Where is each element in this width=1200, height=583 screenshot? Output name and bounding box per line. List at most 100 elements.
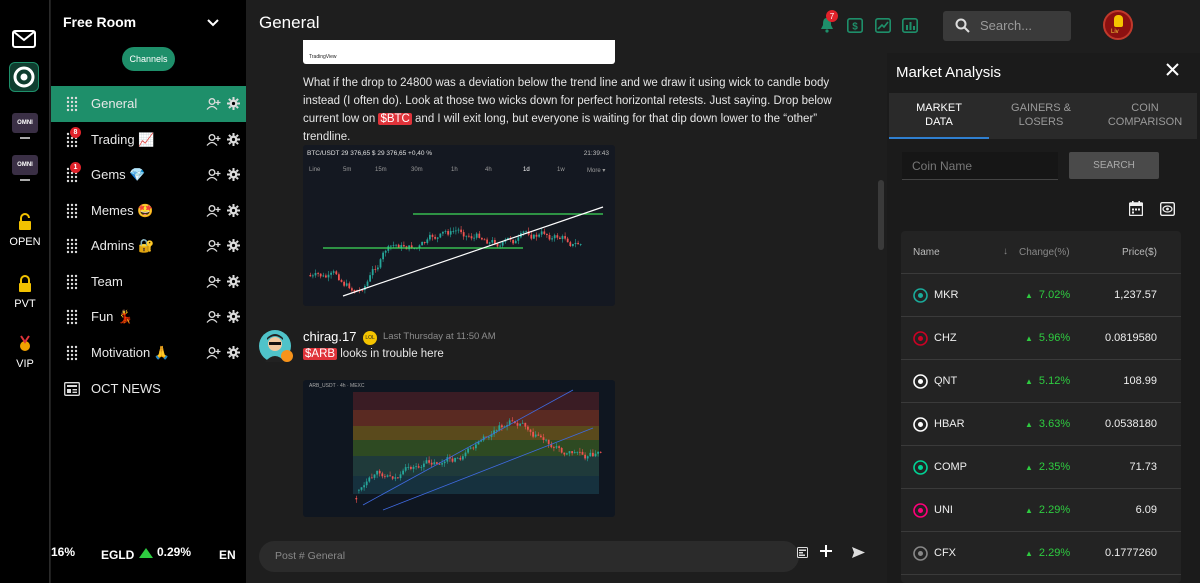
add-user-icon[interactable] bbox=[206, 204, 221, 222]
channel-label: Gems 💎 bbox=[91, 167, 146, 182]
compose-box[interactable]: Post # General bbox=[259, 541, 799, 572]
rail-open[interactable]: OPEN bbox=[0, 213, 50, 248]
add-user-icon[interactable] bbox=[206, 239, 221, 257]
gear-icon[interactable] bbox=[227, 275, 240, 293]
coin-name-input[interactable]: Coin Name bbox=[902, 152, 1058, 180]
candle-body bbox=[389, 475, 391, 477]
candle-body bbox=[475, 233, 478, 238]
timeframe-option[interactable]: Line bbox=[309, 167, 320, 173]
mail-icon[interactable] bbox=[9, 24, 39, 54]
user-avatar[interactable]: Liv bbox=[1103, 10, 1133, 40]
app-logo-icon[interactable] bbox=[9, 62, 39, 92]
compose-input[interactable]: Post # General bbox=[275, 550, 345, 562]
up-arrow-icon bbox=[139, 548, 153, 558]
gear-icon[interactable] bbox=[227, 133, 240, 151]
channel-item[interactable]: Gems 💎 1 bbox=[51, 157, 246, 193]
gear-icon[interactable] bbox=[227, 239, 240, 257]
market-row[interactable]: COMP ▲ 2.35% 71.73 bbox=[901, 446, 1181, 489]
add-user-icon[interactable] bbox=[206, 346, 221, 364]
tab-gainers-losers[interactable]: GAINERS & LOSERS bbox=[989, 93, 1093, 139]
timeframe-option[interactable]: 4h bbox=[485, 167, 492, 173]
sort-down-icon[interactable]: ↓ bbox=[1003, 246, 1008, 257]
col-price[interactable]: Price($) bbox=[1122, 247, 1157, 258]
candle-body bbox=[403, 245, 405, 247]
send-icon[interactable] bbox=[852, 545, 865, 563]
vip-medal-icon bbox=[20, 335, 30, 351]
omni-server-icon[interactable]: OMNI bbox=[12, 113, 38, 133]
chirag-avatar[interactable] bbox=[259, 330, 293, 362]
bar-chart-icon[interactable] bbox=[902, 18, 918, 38]
candle-body bbox=[568, 451, 571, 454]
rail-open-label: OPEN bbox=[9, 236, 41, 248]
search-icon bbox=[955, 18, 970, 33]
close-icon[interactable] bbox=[1166, 63, 1179, 81]
timeframe-option[interactable]: 15m bbox=[375, 167, 387, 173]
channel-item[interactable]: General bbox=[51, 86, 246, 122]
btc-chart-image[interactable]: BTC/USDT 29 376,65 $ 29 376,65 +0,40 % 2… bbox=[303, 145, 615, 306]
chevron-down-icon[interactable] bbox=[207, 14, 219, 32]
add-user-icon[interactable] bbox=[206, 275, 221, 293]
market-row[interactable]: QNT ▲ 5.12% 108.99 bbox=[901, 360, 1181, 403]
candle-body bbox=[348, 283, 351, 289]
candle-body bbox=[577, 242, 579, 245]
username[interactable]: chirag.17 LOL bbox=[303, 329, 378, 345]
calendar-icon[interactable] bbox=[1128, 201, 1144, 221]
search-button[interactable]: SEARCH bbox=[1069, 152, 1159, 179]
add-user-icon[interactable] bbox=[206, 133, 221, 151]
col-name[interactable]: Name bbox=[913, 247, 940, 258]
gear-icon[interactable] bbox=[227, 346, 240, 364]
timeframe-option[interactable]: 1d bbox=[523, 167, 530, 173]
channel-item[interactable]: Admins 🔐 bbox=[51, 228, 246, 264]
bell-icon[interactable]: 7 bbox=[820, 10, 838, 38]
trend-chart-icon[interactable] bbox=[875, 18, 891, 38]
channel-item[interactable]: Motivation 🙏 bbox=[51, 335, 246, 371]
add-user-icon[interactable] bbox=[206, 310, 221, 328]
previous-image[interactable]: TradingView bbox=[303, 40, 615, 64]
room-name[interactable]: Free Room bbox=[63, 14, 136, 30]
ticker-tag-2[interactable]: $ARB bbox=[303, 348, 338, 360]
search-box[interactable]: Search... bbox=[943, 11, 1071, 41]
market-row[interactable]: MKR ▲ 7.02% 1,237.57 bbox=[901, 274, 1181, 317]
attachment-icon[interactable] bbox=[797, 545, 808, 563]
market-row[interactable]: CHZ ▲ 5.96% 0.0819580 bbox=[901, 317, 1181, 360]
arb-chart-image[interactable]: ARB_USDT · 4h · MEXC bbox=[303, 380, 615, 517]
timeframe-option[interactable]: More ▾ bbox=[587, 167, 605, 174]
ticker-tag[interactable]: $BTC bbox=[378, 113, 412, 125]
timeframe-option[interactable]: 30m bbox=[411, 167, 423, 173]
rail-vip[interactable]: VIP bbox=[0, 335, 50, 370]
timeframe-option[interactable]: 1h bbox=[451, 167, 458, 173]
channel-item[interactable]: OCT NEWS bbox=[51, 371, 246, 407]
channel-item[interactable]: Trading 📈 8 bbox=[51, 122, 246, 158]
timeframe-option[interactable]: 1w bbox=[557, 167, 565, 173]
candle-body bbox=[459, 457, 462, 460]
add-user-icon[interactable] bbox=[206, 97, 221, 115]
grid-dots-icon bbox=[66, 203, 78, 219]
coin-name-placeholder: Coin Name bbox=[912, 159, 973, 173]
channel-item[interactable]: Team bbox=[51, 264, 246, 300]
channel-item[interactable]: Memes 🤩 bbox=[51, 193, 246, 229]
channels-pill[interactable]: Channels bbox=[122, 47, 175, 71]
col-change[interactable]: Change(%) bbox=[1019, 247, 1070, 258]
add-user-icon[interactable] bbox=[206, 168, 221, 186]
tab-market-data[interactable]: MARKET DATA bbox=[889, 93, 989, 139]
channel-item[interactable]: Fun 💃 bbox=[51, 299, 246, 335]
timeframe-option[interactable]: 5m bbox=[343, 167, 351, 173]
candle-body bbox=[559, 237, 561, 239]
market-row[interactable]: CFX ▲ 2.29% 0.1777260 bbox=[901, 532, 1181, 575]
chat-scrollbar[interactable] bbox=[878, 180, 884, 250]
market-row[interactable]: HBAR ▲ 3.63% 0.0538180 bbox=[901, 403, 1181, 446]
gear-icon[interactable] bbox=[227, 204, 240, 222]
gear-icon[interactable] bbox=[227, 97, 240, 115]
market-row[interactable]: UNI ▲ 2.29% 6.09 bbox=[901, 489, 1181, 532]
rail-pvt[interactable]: PVT bbox=[0, 275, 50, 310]
search-input[interactable]: Search... bbox=[980, 18, 1032, 33]
candle-body bbox=[462, 232, 465, 237]
omni-server-icon-2[interactable]: OMNI bbox=[12, 155, 38, 175]
gear-icon[interactable] bbox=[227, 310, 240, 328]
plus-icon[interactable] bbox=[820, 544, 832, 562]
gear-icon[interactable] bbox=[227, 168, 240, 186]
tab-coin-comparison[interactable]: COIN COMPARISON bbox=[1093, 93, 1197, 139]
dollar-icon[interactable]: $ bbox=[847, 18, 863, 38]
eye-icon[interactable] bbox=[1159, 201, 1176, 221]
candle-body bbox=[542, 437, 545, 440]
